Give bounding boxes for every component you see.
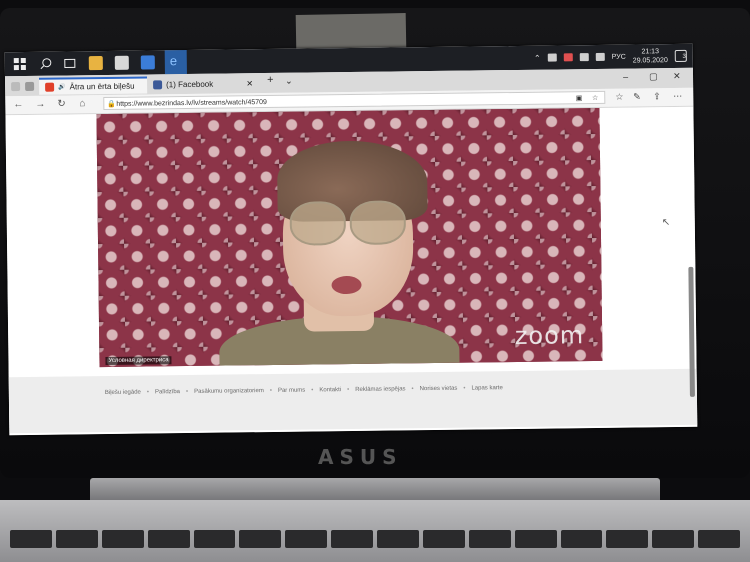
- separator: •: [411, 386, 414, 393]
- language-indicator[interactable]: РУС: [612, 53, 626, 60]
- minimize-icon[interactable]: –: [623, 72, 628, 82]
- keyboard-key: [514, 530, 557, 548]
- share-icon[interactable]: ⇪: [653, 91, 661, 102]
- mail-icon[interactable]: [140, 55, 155, 70]
- edge-taskbar-button[interactable]: e: [164, 49, 187, 75]
- keyboard-key: [698, 530, 740, 548]
- tab-preview-icon[interactable]: [25, 81, 35, 91]
- keyboard-key: [331, 530, 373, 548]
- zoom-logo: zoom: [514, 321, 585, 351]
- maximize-icon[interactable]: ▢: [649, 71, 658, 82]
- keyboard-key: [10, 530, 52, 548]
- task-view-icon[interactable]: [63, 56, 77, 70]
- footer-link[interactable]: Kontakti: [319, 387, 341, 393]
- wifi-icon[interactable]: [579, 53, 589, 62]
- battery-icon[interactable]: [547, 53, 557, 62]
- keyboard-key: [101, 530, 144, 548]
- mouse-cursor-icon: ↖: [661, 217, 671, 229]
- tab-bezrindas[interactable]: 🔊 Ātra un ērta biļešu: [39, 76, 148, 95]
- lock-icon: 🔒: [107, 100, 117, 108]
- tab-title: (1) Facebook: [166, 79, 214, 90]
- favorite-star-icon[interactable]: ☆: [592, 92, 598, 105]
- footer-link[interactable]: Lapas karte: [471, 385, 502, 391]
- clock-time: 21:13: [641, 48, 660, 56]
- laptop-brand-logo: ASUS: [318, 445, 403, 469]
- site-footer: Biļešu iegāde • Palīdzība • Pasākumu organ…: [8, 368, 698, 434]
- app-tray-icon[interactable]: [563, 53, 573, 62]
- footer-link[interactable]: Norises vietas: [420, 386, 458, 392]
- tab-title: Ātra un ērta biļešu: [69, 81, 135, 92]
- separator: •: [311, 387, 314, 394]
- notification-count: 3: [682, 53, 686, 60]
- keyboard-key: [55, 530, 98, 548]
- footer-links: Biļešu iegāde • Palīdzība • Pasākumu organ…: [105, 385, 503, 396]
- search-icon[interactable]: [39, 57, 53, 71]
- facebook-favicon: [153, 80, 163, 90]
- system-tray: ⌃ РУС 21:13 29.05.2020 3: [534, 47, 687, 67]
- notes-icon[interactable]: ✎: [633, 91, 641, 102]
- url-text: https://www.bezrindas.lv/lv/streams/watc…: [116, 99, 267, 108]
- keyboard-row: [10, 530, 740, 562]
- keyboard-key: [560, 530, 603, 548]
- footer-link[interactable]: Par mums: [278, 388, 305, 394]
- glasses-left-lens: [289, 201, 347, 246]
- address-bar[interactable]: 🔒 https://www.bezrindas.lv/lv/streams/wa…: [103, 90, 606, 111]
- clock[interactable]: 21:13 29.05.2020: [633, 47, 668, 65]
- footer-link[interactable]: Biļešu iegāde: [105, 390, 141, 396]
- close-tab-icon[interactable]: ✕: [246, 79, 253, 88]
- footer-link[interactable]: Palīdzība: [155, 389, 180, 395]
- participant-name-label: Условная директриса: [105, 356, 172, 366]
- keyboard-key: [652, 530, 695, 548]
- start-icon[interactable]: [13, 57, 27, 71]
- file-explorer-icon[interactable]: [88, 56, 103, 71]
- reading-view-icon[interactable]: ▣: [576, 92, 583, 105]
- glasses-right-lens: [349, 200, 407, 246]
- separator: •: [347, 387, 350, 394]
- back-icon[interactable]: ←: [13, 99, 23, 110]
- keyboard-key: [193, 530, 236, 548]
- tab-actions-icon[interactable]: [11, 82, 21, 92]
- chevron-up-icon[interactable]: ⌃: [534, 53, 541, 62]
- footer-link[interactable]: Reklāmas iespējas: [355, 386, 405, 393]
- web-page: zoom Условная директриса Biļešu iegāde • …: [5, 106, 698, 436]
- close-window-icon[interactable]: ✕: [673, 71, 681, 82]
- clock-date: 29.05.2020: [632, 57, 668, 65]
- new-tab-icon[interactable]: +: [267, 74, 274, 86]
- volume-icon[interactable]: [595, 52, 605, 61]
- separator: •: [269, 387, 272, 395]
- keyboard-key: [606, 530, 649, 548]
- home-icon[interactable]: ⌂: [79, 98, 85, 109]
- store-icon[interactable]: [114, 55, 129, 70]
- keyboard-key: [285, 530, 328, 548]
- keyboard-key: [147, 530, 190, 548]
- favorites-icon[interactable]: ☆: [615, 92, 623, 103]
- chevron-down-icon[interactable]: ⌄: [285, 76, 293, 87]
- separator: •: [146, 389, 150, 396]
- separator: •: [185, 389, 189, 396]
- audio-icon: 🔊: [58, 84, 66, 91]
- keyboard-key: [468, 530, 511, 548]
- refresh-icon[interactable]: ↻: [57, 98, 66, 109]
- keyboard-key: [239, 530, 282, 548]
- bezrindas-favicon: [45, 82, 55, 92]
- tab-facebook[interactable]: (1) Facebook ✕: [147, 75, 259, 93]
- separator: •: [463, 385, 466, 392]
- laptop-screen: e ⌃ РУС 21:13 29.05.2020 3 🔊 Ātra un ērt…: [4, 43, 698, 436]
- forward-icon[interactable]: →: [35, 99, 45, 110]
- keyboard-key: [422, 530, 465, 548]
- more-icon[interactable]: ⋯: [673, 91, 682, 102]
- keyboard-key: [377, 530, 419, 548]
- zoom-video-stream[interactable]: zoom Условная директриса: [96, 107, 603, 368]
- page-scrollbar[interactable]: [688, 266, 695, 397]
- edge-icon: e: [169, 53, 178, 69]
- footer-link[interactable]: Pasākumu organizatoriem: [194, 388, 264, 395]
- notification-center-icon[interactable]: 3: [674, 49, 687, 63]
